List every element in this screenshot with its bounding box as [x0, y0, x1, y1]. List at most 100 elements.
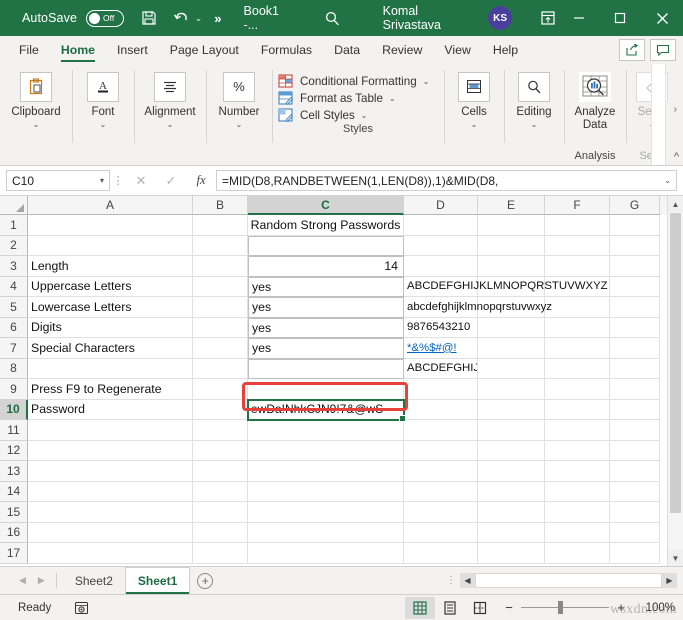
row-header-2[interactable]: 2	[0, 236, 28, 257]
cell-b15[interactable]	[193, 502, 248, 523]
cell-c17[interactable]	[248, 543, 404, 564]
cell-e2[interactable]	[478, 236, 545, 257]
comments-icon[interactable]	[650, 39, 676, 61]
cell-c14[interactable]	[248, 482, 404, 503]
cell-g10[interactable]	[610, 400, 660, 421]
cell-d2[interactable]	[404, 236, 478, 257]
cell-c4[interactable]: yes	[248, 277, 404, 298]
format-as-table-caret-icon[interactable]: ⌄	[389, 94, 396, 103]
cell-e11[interactable]	[478, 420, 545, 441]
column-header-e[interactable]: E	[478, 196, 545, 215]
sheet-tab-sheet2[interactable]: Sheet2	[63, 567, 125, 594]
analyze-data-button[interactable]: Analyze Data	[573, 69, 617, 132]
cell-d17[interactable]	[404, 543, 478, 564]
zoom-slider-thumb[interactable]	[558, 601, 563, 614]
cell-b9[interactable]	[193, 379, 248, 400]
cell-c10[interactable]: ewDa!NhkCJN9!7&@wS	[248, 400, 404, 421]
share-icon[interactable]	[619, 39, 645, 61]
cell-a17[interactable]	[28, 543, 193, 564]
tab-help[interactable]: Help	[482, 36, 529, 64]
cell-e12[interactable]	[478, 441, 545, 462]
cell-a14[interactable]	[28, 482, 193, 503]
cell-a4[interactable]: Uppercase Letters	[28, 277, 193, 298]
cell-g12[interactable]	[610, 441, 660, 462]
expand-formula-bar-icon[interactable]: ⌄	[660, 176, 671, 185]
user-name[interactable]: Komal Srivastava	[383, 4, 480, 32]
cell-d6[interactable]: 9876543210	[404, 318, 478, 339]
cell-c15[interactable]	[248, 502, 404, 523]
cell-g9[interactable]	[610, 379, 660, 400]
cell-a2[interactable]	[28, 236, 193, 257]
page-break-view-icon[interactable]	[465, 597, 495, 619]
insert-function-icon[interactable]: fx	[186, 173, 216, 188]
cell-c13[interactable]	[248, 461, 404, 482]
cell-d5[interactable]: abcdefghijklmnopqrstuvwxyz	[404, 297, 478, 318]
cell-g6[interactable]	[610, 318, 660, 339]
cell-f3[interactable]	[545, 256, 610, 277]
cell-g1[interactable]	[610, 215, 660, 236]
row-header-7[interactable]: 7	[0, 338, 28, 359]
cell-e8[interactable]	[478, 359, 545, 380]
cell-b14[interactable]	[193, 482, 248, 503]
cell-f6[interactable]	[545, 318, 610, 339]
cell-e14[interactable]	[478, 482, 545, 503]
tab-data[interactable]: Data	[323, 36, 371, 64]
cell-a7[interactable]: Special Characters	[28, 338, 193, 359]
font-button[interactable]: A Font ⌄	[81, 69, 125, 129]
avatar[interactable]: KS	[488, 6, 512, 30]
cell-e16[interactable]	[478, 523, 545, 544]
search-icon[interactable]	[323, 8, 343, 28]
cell-g13[interactable]	[610, 461, 660, 482]
cells-dropdown-icon[interactable]: ⌄	[471, 120, 478, 129]
cell-d15[interactable]	[404, 502, 478, 523]
cell-g2[interactable]	[610, 236, 660, 257]
cell-e9[interactable]	[478, 379, 545, 400]
zoom-out-button[interactable]: −	[503, 600, 515, 615]
cell-g11[interactable]	[610, 420, 660, 441]
cell-e17[interactable]	[478, 543, 545, 564]
row-header-6[interactable]: 6	[0, 318, 28, 339]
formula-bar-grip[interactable]: ⋮	[110, 174, 126, 187]
hscroll-left-button[interactable]: ◀	[460, 573, 475, 588]
row-header-1[interactable]: 1	[0, 215, 28, 236]
row-header-4[interactable]: 4	[0, 277, 28, 298]
minimize-button[interactable]	[558, 0, 600, 36]
cell-g3[interactable]	[610, 256, 660, 277]
ribbon-overflow-icon[interactable]: ›	[674, 104, 677, 115]
cell-g4[interactable]	[610, 277, 660, 298]
cell-c12[interactable]	[248, 441, 404, 462]
column-header-a[interactable]: A	[28, 196, 193, 215]
cell-g5[interactable]	[610, 297, 660, 318]
cell-b3[interactable]	[193, 256, 248, 277]
cell-c6[interactable]: yes	[248, 318, 404, 339]
number-button[interactable]: % Number ⌄	[215, 69, 263, 129]
tab-page-layout[interactable]: Page Layout	[159, 36, 250, 64]
previous-sheet-icon[interactable]: ◀	[19, 575, 26, 586]
cell-d11[interactable]	[404, 420, 478, 441]
cell-e13[interactable]	[478, 461, 545, 482]
vertical-scrollbar[interactable]: ▲ ▼	[667, 196, 683, 566]
cell-d16[interactable]	[404, 523, 478, 544]
cell-a15[interactable]	[28, 502, 193, 523]
maximize-button[interactable]	[600, 0, 642, 36]
cell-c8[interactable]	[248, 359, 404, 380]
cell-f9[interactable]	[545, 379, 610, 400]
cell-a11[interactable]	[28, 420, 193, 441]
cell-f7[interactable]	[545, 338, 610, 359]
confirm-formula-button[interactable]: ✓	[156, 173, 186, 189]
scroll-down-button[interactable]: ▼	[668, 550, 683, 566]
column-header-c[interactable]: C	[248, 196, 404, 215]
tab-view[interactable]: View	[433, 36, 481, 64]
row-header-14[interactable]: 14	[0, 482, 28, 503]
cell-g14[interactable]	[610, 482, 660, 503]
cell-d13[interactable]	[404, 461, 478, 482]
next-sheet-icon[interactable]: ▶	[38, 575, 45, 586]
zoom-slider-track[interactable]	[521, 607, 609, 608]
cell-d3[interactable]	[404, 256, 478, 277]
cell-styles-button[interactable]: Cell Styles ⌄	[278, 108, 440, 123]
column-header-d[interactable]: D	[404, 196, 478, 215]
cell-a8[interactable]	[28, 359, 193, 380]
column-header-g[interactable]: G	[610, 196, 660, 215]
formula-input[interactable]: =MID(D8,RANDBETWEEN(1,LEN(D8)),1)&MID(D8…	[216, 170, 677, 191]
row-header-16[interactable]: 16	[0, 523, 28, 544]
